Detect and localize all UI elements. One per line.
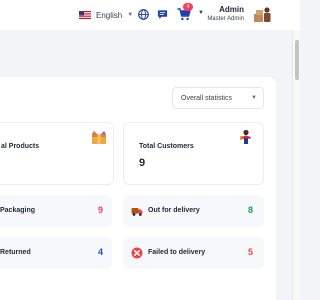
language-label: English [96,10,123,20]
product-box-icon [92,131,106,144]
failed-to-delivery-label: Failed to delivery [148,249,206,256]
total-customers-card[interactable]: Total Customers 9 [123,122,264,185]
globe-icon[interactable] [138,9,149,20]
user-role: Master Admin [207,16,244,22]
failed-x-icon [131,247,143,259]
page-scrollbar[interactable] [292,30,300,300]
caret-down-icon[interactable]: ▼ [198,10,204,16]
message-icon[interactable] [157,9,168,20]
out-for-delivery-row[interactable]: Out for delivery 8 [123,195,264,227]
returned-label: Returned [0,249,31,256]
total-products-label: al Products [1,143,40,150]
returned-value: 4 [98,247,104,257]
statistics-filter-value: Overall statistics [181,94,232,102]
out-for-delivery-label: Out for delivery [148,207,200,214]
language-selector[interactable]: English ▼ [79,9,133,21]
avatar[interactable] [253,6,273,23]
scrollbar-thumb[interactable] [295,40,299,80]
packaging-label: Packaging [0,207,36,214]
cart-count-badge: 4 [183,3,193,11]
chevron-down-icon: ▼ [127,12,134,18]
failed-to-delivery-row[interactable]: Failed to delivery 5 [123,237,264,269]
packaging-row[interactable]: Packaging 9 [0,195,112,227]
total-products-card[interactable]: al Products 6 [0,122,114,185]
top-header: English ▼ 4 ▼ Admin Master Admin [0,0,300,30]
statistics-filter-select[interactable]: Overall statistics ▼ [172,87,264,109]
delivery-truck-icon [131,208,143,216]
chevron-down-icon: ▼ [251,95,257,101]
customer-icon [240,129,251,144]
out-for-delivery-value: 8 [248,205,254,215]
failed-to-delivery-value: 5 [248,247,254,257]
user-name[interactable]: Admin [219,5,244,14]
us-flag-icon [79,11,91,19]
returned-row[interactable]: Returned 4 [0,237,112,269]
total-customers-value: 9 [139,157,146,169]
total-customers-label: Total Customers [139,143,194,150]
packaging-value: 9 [98,205,104,215]
